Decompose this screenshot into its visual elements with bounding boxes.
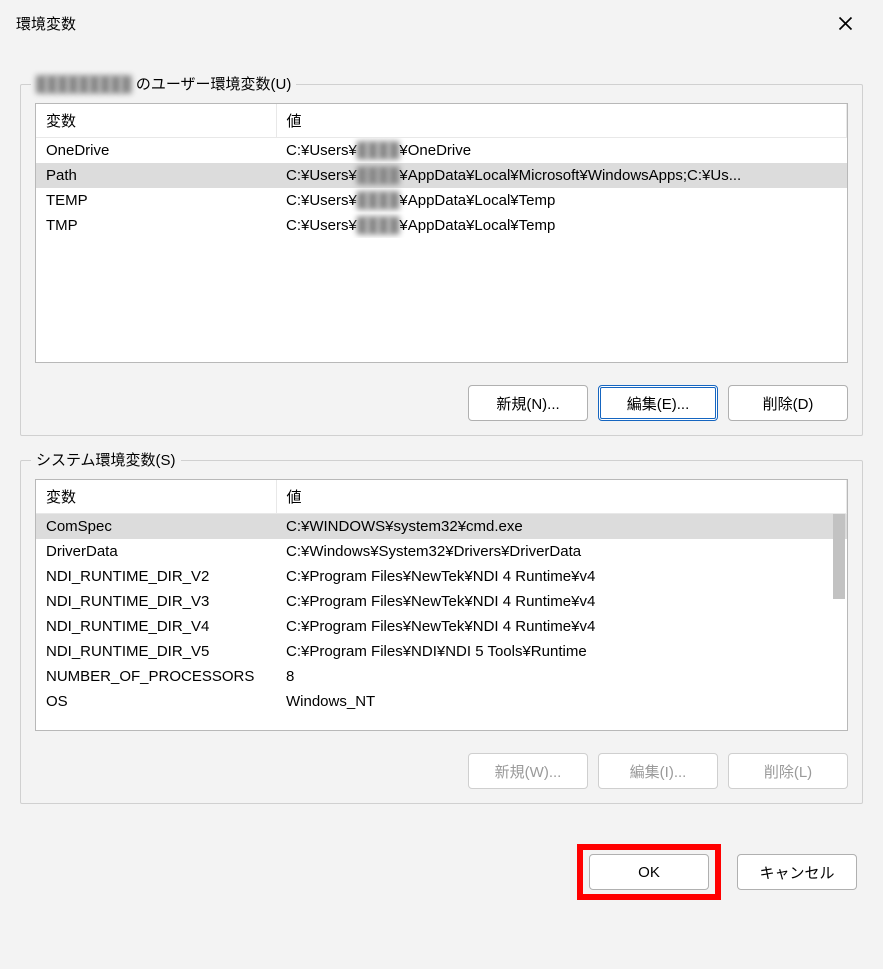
var-cell: DriverData [36,539,276,564]
ok-button[interactable]: OK [589,854,709,890]
var-cell: NDI_RUNTIME_DIR_V4 [36,614,276,639]
user-col-variable[interactable]: 変数 [36,104,276,138]
table-row[interactable]: OSWindows_NT [36,689,847,714]
val-cell: C:¥Windows¥System32¥Drivers¥DriverData [276,539,847,564]
system-env-table[interactable]: 変数 値 ComSpecC:¥WINDOWS¥system32¥cmd.exeD… [35,479,848,731]
table-row[interactable]: TMPC:¥Users¥████¥AppData¥Local¥Temp [36,213,847,238]
sys-new-button[interactable]: 新規(W)... [468,753,588,789]
val-cell: C:¥Users¥████¥AppData¥Local¥Temp [276,213,847,238]
close-button[interactable] [823,1,867,45]
user-env-table[interactable]: 変数 値 OneDriveC:¥Users¥████¥OneDrivePathC… [35,103,848,363]
window-title: 環境変数 [16,13,76,34]
table-row[interactable]: PathC:¥Users¥████¥AppData¥Local¥Microsof… [36,163,847,188]
var-cell: NDI_RUNTIME_DIR_V5 [36,639,276,664]
table-row[interactable]: ComSpecC:¥WINDOWS¥system32¥cmd.exe [36,514,847,540]
val-cell: C:¥Program Files¥NewTek¥NDI 4 Runtime¥v4 [276,614,847,639]
var-cell: TMP [36,213,276,238]
table-row[interactable]: OneDriveC:¥Users¥████¥OneDrive [36,138,847,164]
table-row[interactable]: NDI_RUNTIME_DIR_V5C:¥Program Files¥NDI¥N… [36,639,847,664]
var-cell: ComSpec [36,514,276,540]
var-cell: Path [36,163,276,188]
table-row[interactable]: NUMBER_OF_PROCESSORS8 [36,664,847,689]
table-row[interactable]: NDI_RUNTIME_DIR_V3C:¥Program Files¥NewTe… [36,589,847,614]
sys-delete-button[interactable]: 削除(L) [728,753,848,789]
val-cell: C:¥WINDOWS¥system32¥cmd.exe [276,514,847,540]
sys-col-variable[interactable]: 変数 [36,480,276,514]
sys-edit-button[interactable]: 編集(I)... [598,753,718,789]
var-cell: NUMBER_OF_PROCESSORS [36,664,276,689]
var-cell: OneDrive [36,138,276,164]
val-cell: C:¥Users¥████¥AppData¥Local¥Microsoft¥Wi… [276,163,847,188]
val-cell: C:¥Program Files¥NDI¥NDI 5 Tools¥Runtime [276,639,847,664]
val-cell: C:¥Users¥████¥OneDrive [276,138,847,164]
user-col-value[interactable]: 値 [276,104,847,138]
cancel-button[interactable]: キャンセル [737,854,857,890]
system-env-group: システム環境変数(S) 変数 値 ComSpecC:¥WINDOWS¥syste… [20,460,863,804]
scrollbar-thumb[interactable] [833,514,845,599]
close-icon [838,16,853,31]
user-delete-button[interactable]: 削除(D) [728,385,848,421]
table-row[interactable]: NDI_RUNTIME_DIR_V4C:¥Program Files¥NewTe… [36,614,847,639]
sys-col-value[interactable]: 値 [276,480,847,514]
user-env-group-label: █████████ のユーザー環境変数(U) [31,73,296,94]
var-cell: TEMP [36,188,276,213]
user-new-button[interactable]: 新規(N)... [468,385,588,421]
val-cell: C:¥Program Files¥NewTek¥NDI 4 Runtime¥v4 [276,564,847,589]
ok-highlight-box: OK [577,844,721,900]
user-env-group: █████████ のユーザー環境変数(U) 変数 値 OneDriveC:¥U… [20,84,863,436]
var-cell: NDI_RUNTIME_DIR_V2 [36,564,276,589]
user-edit-button[interactable]: 編集(E)... [598,385,718,421]
var-cell: NDI_RUNTIME_DIR_V3 [36,589,276,614]
val-cell: C:¥Program Files¥NewTek¥NDI 4 Runtime¥v4 [276,589,847,614]
table-row[interactable]: DriverDataC:¥Windows¥System32¥Drivers¥Dr… [36,539,847,564]
val-cell: 8 [276,664,847,689]
val-cell: C:¥Users¥████¥AppData¥Local¥Temp [276,188,847,213]
system-env-group-label: システム環境変数(S) [31,449,181,470]
table-row[interactable]: NDI_RUNTIME_DIR_V2C:¥Program Files¥NewTe… [36,564,847,589]
table-row[interactable]: TEMPC:¥Users¥████¥AppData¥Local¥Temp [36,188,847,213]
var-cell: OS [36,689,276,714]
titlebar: 環境変数 [0,0,883,46]
val-cell: Windows_NT [276,689,847,714]
